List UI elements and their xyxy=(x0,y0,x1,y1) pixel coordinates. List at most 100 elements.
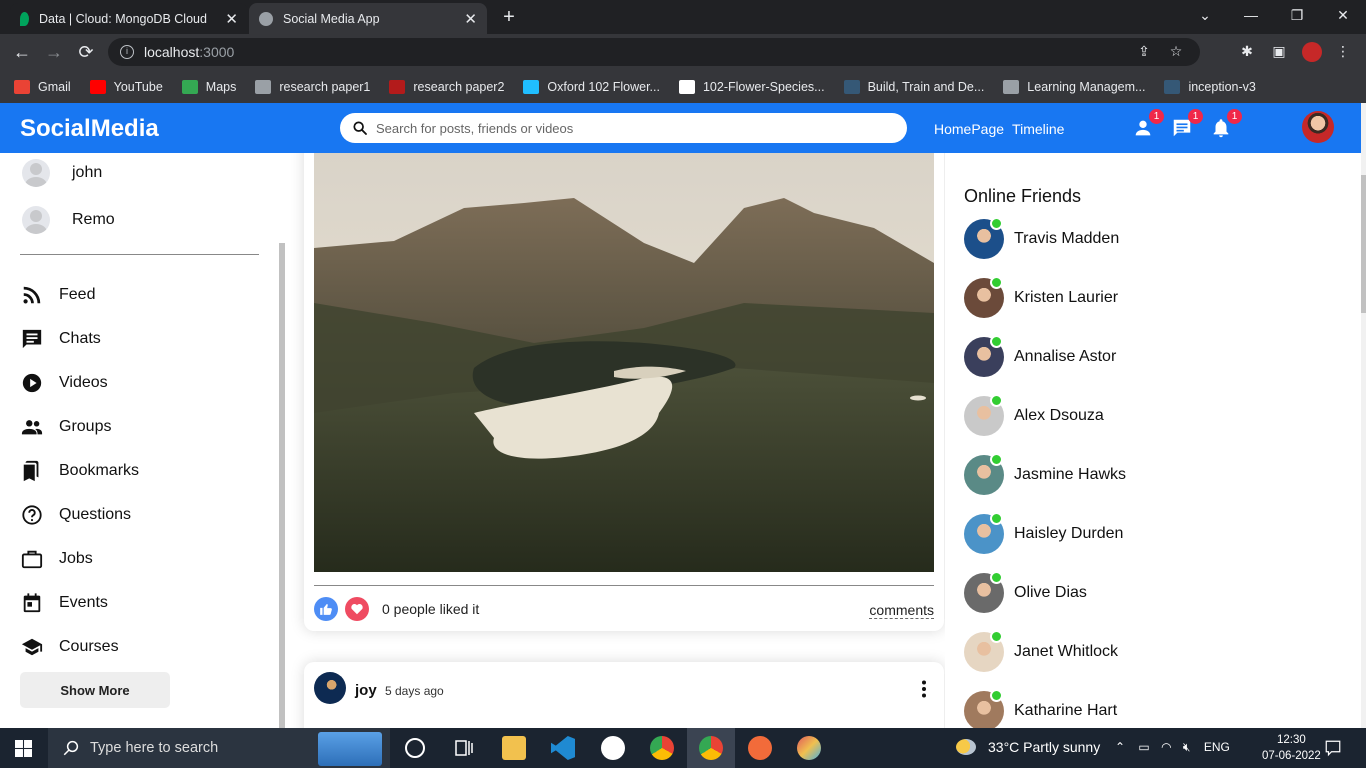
sidebar-item-events[interactable]: Events xyxy=(20,581,139,625)
restore-button[interactable]: ❐ xyxy=(1274,0,1320,30)
close-tab-icon[interactable]: ✕ xyxy=(225,10,238,28)
windows-start-icon[interactable] xyxy=(15,740,32,762)
online-friend[interactable]: Travis Madden xyxy=(964,217,1119,259)
chat-icon xyxy=(20,327,44,351)
sidebar-item-jobs[interactable]: Jobs xyxy=(20,537,139,581)
sidebar-friend-remo[interactable]: Remo xyxy=(22,206,115,234)
post-author[interactable]: joy xyxy=(355,682,377,699)
homepage-link[interactable]: HomePage xyxy=(934,121,1004,137)
reload-button[interactable]: ⟳ xyxy=(76,42,96,62)
sidebar-item-feed[interactable]: Feed xyxy=(20,273,139,317)
gmail-icon xyxy=(14,79,30,94)
weather-widget[interactable]: 33°C Partly sunny xyxy=(956,739,1100,755)
share-icon[interactable]: ⇪ xyxy=(1135,43,1153,61)
sidebar-friend-john[interactable]: john xyxy=(22,159,102,187)
post-image[interactable] xyxy=(314,153,934,572)
chrome-profile-icon xyxy=(699,736,723,760)
taskbar-search[interactable]: Type here to search xyxy=(48,728,390,768)
online-friend[interactable]: Alex Dsouza xyxy=(964,394,1104,436)
back-button[interactable]: ← xyxy=(12,42,32,62)
bookmark-item[interactable]: 102-Flower-Species... xyxy=(678,79,825,94)
battery-icon[interactable]: ▭ xyxy=(1138,740,1149,754)
online-friend[interactable]: Jasmine Hawks xyxy=(964,453,1126,495)
tab-search-icon[interactable]: ⌄ xyxy=(1182,0,1228,30)
bookmark-star-icon[interactable]: ☆ xyxy=(1167,43,1185,61)
volume-muted-icon[interactable]: 🔇︎ xyxy=(1183,740,1191,754)
bookmark-item[interactable]: Oxford 102 Flower... xyxy=(523,79,660,94)
online-friend[interactable]: Haisley Durden xyxy=(964,512,1124,554)
clock[interactable]: 12:30 07-06-2022 xyxy=(1262,732,1321,764)
bookmark-item[interactable]: Maps xyxy=(181,79,236,94)
user-avatar[interactable] xyxy=(1302,111,1334,143)
bookmark-label: Learning Managem... xyxy=(1027,79,1146,94)
online-friend[interactable]: Janet Whitlock xyxy=(964,630,1118,672)
site-info-icon[interactable]: i xyxy=(120,45,134,59)
sidebar-item-bookmarks[interactable]: Bookmarks xyxy=(20,449,139,493)
page-scrollbar[interactable] xyxy=(1361,103,1366,728)
more-vert-icon[interactable] xyxy=(922,680,926,698)
cortana-icon[interactable] xyxy=(405,738,425,758)
address-field[interactable]: i localhost:3000 xyxy=(108,38,1200,66)
briefcase-icon xyxy=(20,547,44,571)
chevron-up-icon[interactable]: ⌃ xyxy=(1115,740,1125,754)
wps-icon[interactable] xyxy=(601,736,625,760)
sidebar-item-videos[interactable]: Videos xyxy=(20,361,139,405)
bookmark-item[interactable]: YouTube xyxy=(89,79,163,94)
online-status-dot xyxy=(990,571,1003,584)
sidebar-item-questions[interactable]: Questions xyxy=(20,493,139,537)
heart-button[interactable] xyxy=(345,597,369,621)
online-friend[interactable]: Katharine Hart xyxy=(964,689,1117,728)
timeline-link[interactable]: Timeline xyxy=(1012,121,1064,137)
like-button[interactable] xyxy=(314,597,338,621)
bookmark-item[interactable]: research paper2 xyxy=(389,79,504,94)
extensions-icon[interactable]: ✱ xyxy=(1238,43,1256,61)
online-friend[interactable]: Kristen Laurier xyxy=(964,276,1118,318)
taskbar-active-app[interactable] xyxy=(687,728,735,768)
sidebar-item-groups[interactable]: Groups xyxy=(20,405,139,449)
online-friend[interactable]: Annalise Astor xyxy=(964,335,1116,377)
sidebar-item-label: Feed xyxy=(59,286,96,303)
menu-kebab-icon[interactable]: ⋮ xyxy=(1334,43,1352,61)
tab-mongodb[interactable]: Data | Cloud: MongoDB Cloud ✕ xyxy=(10,3,248,34)
search-highlight-icon[interactable] xyxy=(318,732,382,766)
postman-icon[interactable] xyxy=(748,736,772,760)
messages-button[interactable]: 1 xyxy=(1171,109,1203,139)
bookmark-item[interactable]: Learning Managem... xyxy=(1003,79,1146,94)
search-input[interactable] xyxy=(376,120,876,136)
search-bar[interactable] xyxy=(340,113,907,143)
friend-name: Haisley Durden xyxy=(1014,525,1124,542)
bookmark-item[interactable]: Gmail xyxy=(14,79,71,94)
avatar[interactable] xyxy=(314,672,346,704)
wifi-icon[interactable]: ◠ xyxy=(1161,740,1171,754)
sidebar-item-chats[interactable]: Chats xyxy=(20,317,139,361)
show-more-button[interactable]: Show More xyxy=(20,672,170,708)
tab-social-media-app[interactable]: Social Media App ✕ xyxy=(249,3,487,34)
bookmark-item[interactable]: research paper1 xyxy=(255,79,370,94)
chrome-icon[interactable] xyxy=(650,736,674,760)
profile-avatar-icon[interactable] xyxy=(1302,42,1322,62)
language-indicator[interactable]: ENG xyxy=(1204,740,1230,754)
minimize-button[interactable]: — xyxy=(1228,0,1274,30)
friend-requests-button[interactable]: 1 xyxy=(1132,109,1164,139)
close-tab-icon[interactable]: ✕ xyxy=(464,10,477,28)
online-friend[interactable]: Olive Dias xyxy=(964,571,1087,613)
app-logo[interactable]: SocialMedia xyxy=(20,115,159,143)
sidebar-item-courses[interactable]: Courses xyxy=(20,625,139,669)
comments-link[interactable]: comments xyxy=(869,602,934,619)
bookmarks-bar: Gmail YouTube Maps research paper1 research … xyxy=(0,70,1366,103)
heart-icon xyxy=(351,604,363,615)
file-explorer-icon[interactable] xyxy=(502,736,526,760)
new-tab-button[interactable]: + xyxy=(498,7,520,29)
notification-center-icon[interactable] xyxy=(1324,739,1342,762)
forward-button[interactable]: → xyxy=(44,42,64,62)
dash-icon xyxy=(389,79,406,94)
notifications-button[interactable]: 1 xyxy=(1210,109,1242,139)
vscode-icon[interactable] xyxy=(551,736,575,760)
bookmark-item[interactable]: Build, Train and De... xyxy=(843,79,984,94)
paint-icon[interactable] xyxy=(797,736,821,760)
thumbs-up-icon xyxy=(320,604,332,615)
close-window-button[interactable]: ✕ xyxy=(1320,0,1366,30)
bookmark-item[interactable]: inception-v3 xyxy=(1164,79,1256,94)
side-panel-icon[interactable]: ▣ xyxy=(1270,43,1288,61)
task-view-icon[interactable] xyxy=(452,736,476,760)
